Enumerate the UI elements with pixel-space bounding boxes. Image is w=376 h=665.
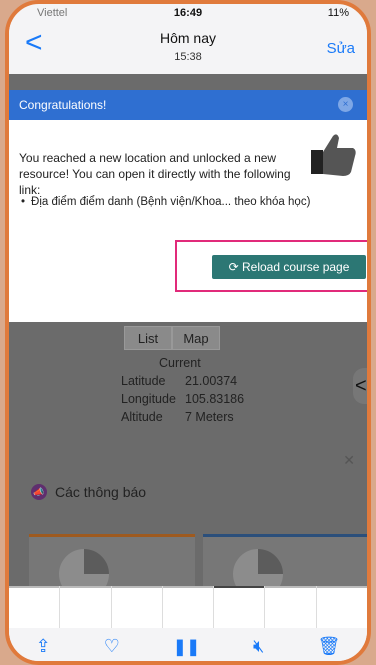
congrats-dialog: Congratulations! × You reached a new loc… — [9, 90, 367, 322]
reload-course-button[interactable]: ⟳ Reload course page — [212, 255, 366, 279]
thumbnail[interactable] — [316, 586, 367, 628]
altitude-value: 7 Meters — [185, 410, 234, 424]
heart-icon[interactable]: ♡ — [104, 636, 120, 657]
dialog-body: You reached a new location and unlocked … — [9, 120, 367, 198]
close-icon[interactable]: ✕ — [343, 452, 355, 469]
thumbnail[interactable] — [60, 586, 111, 628]
resource-link[interactable]: Địa điểm điểm danh (Bệnh viện/Khoa... th… — [21, 196, 310, 208]
latitude-label: Latitude — [121, 374, 166, 388]
pause-icon[interactable]: ❚❚ — [173, 637, 200, 657]
trash-icon[interactable]: 🗑︎ — [318, 636, 341, 657]
current-label: Current — [159, 356, 201, 370]
dialog-header: Congratulations! × — [9, 90, 367, 120]
screenshot-content: Congratulations! × You reached a new loc… — [9, 74, 367, 586]
thumbs-up-icon — [311, 134, 356, 176]
pie-icon — [59, 549, 109, 586]
mute-icon[interactable]: 🔇︎ — [253, 636, 264, 657]
page-subtitle: 15:38 — [174, 51, 202, 63]
notices-heading: 📣 Các thông báo — [31, 484, 146, 500]
tab-list[interactable]: List — [124, 326, 172, 350]
megaphone-icon: 📣 — [31, 484, 47, 500]
longitude-value: 105.83186 — [185, 392, 245, 406]
notices-title: Các thông báo — [55, 484, 147, 500]
status-time: 16:49 — [173, 7, 203, 19]
tab-map[interactable]: Map — [172, 326, 220, 350]
thumbnail[interactable] — [214, 586, 265, 628]
course-card[interactable] — [203, 534, 367, 586]
thumbnail[interactable] — [9, 586, 60, 628]
chevron-left-icon[interactable]: < — [353, 368, 367, 404]
latitude-value: 21.00374 — [185, 374, 238, 388]
nav-bar: < Hôm nay 15:38 Sửa — [9, 22, 367, 74]
longitude-label: Longitude — [121, 392, 176, 406]
photo-thumbnails[interactable] — [9, 586, 367, 628]
battery: 11% — [327, 7, 349, 19]
highlight-box: ⟳ Reload course page — [175, 240, 367, 292]
close-icon[interactable]: × — [338, 97, 353, 112]
course-card[interactable] — [29, 534, 195, 586]
dialog-message: You reached a new location and unlocked … — [19, 151, 291, 197]
thumbnail[interactable] — [162, 586, 214, 628]
share-icon[interactable]: ⇪ — [36, 636, 51, 657]
dialog-title: Congratulations! — [19, 98, 107, 112]
edit-button[interactable]: Sửa — [327, 40, 355, 57]
page-title: Hôm nay — [159, 30, 217, 46]
thumbnail[interactable] — [111, 586, 162, 628]
phone-frame: Viettel 16:49 11% < Hôm nay 15:38 Sửa Co… — [5, 0, 371, 665]
pie-icon — [233, 549, 283, 586]
bottom-toolbar: ⇪ ♡ ❚❚ 🔇︎ 🗑︎ — [9, 628, 367, 661]
thumbnail[interactable] — [265, 586, 316, 628]
altitude-label: Altitude — [121, 410, 163, 424]
view-tabs: List Map — [124, 326, 220, 350]
